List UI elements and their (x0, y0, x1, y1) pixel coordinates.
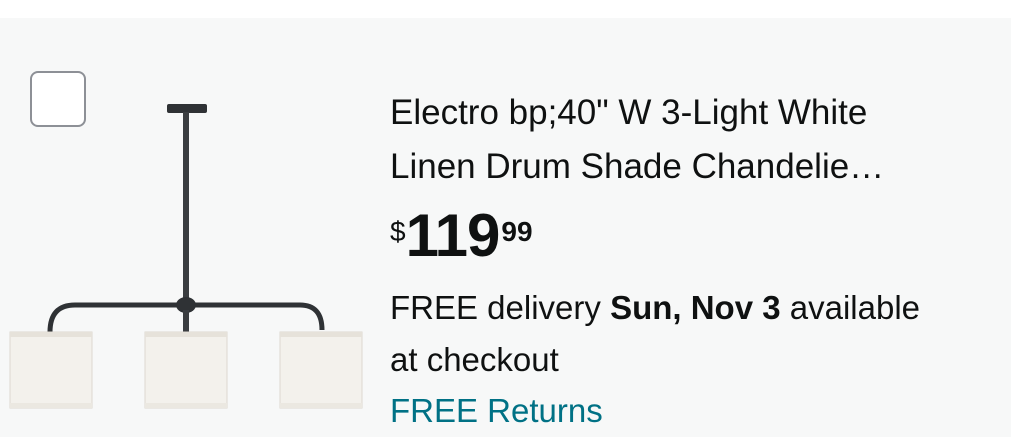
chandelier-image[interactable] (0, 90, 370, 430)
price-fraction: 99 (501, 216, 533, 247)
delivery-prefix: FREE delivery (390, 289, 611, 326)
delivery-suffix: available (780, 289, 921, 326)
shade-center (144, 331, 228, 409)
product-price: $ 119 99 (390, 206, 533, 266)
canopy-shape (167, 104, 207, 113)
shade-right (279, 331, 363, 409)
delivery-suffix-line2: at checkout (390, 341, 559, 378)
shade-left (9, 331, 93, 409)
free-returns-link[interactable]: FREE Returns (390, 385, 603, 437)
product-title-line1[interactable]: Electro bp;40" W 3-Light White (390, 86, 1005, 140)
delivery-date: Sun, Nov 3 (610, 289, 781, 326)
price-whole: 119 (405, 202, 501, 269)
product-title[interactable]: Electro bp;40" W 3-Light White Linen Dru… (390, 86, 1005, 194)
price-currency-symbol: $ (390, 216, 406, 247)
product-title-line2[interactable]: Linen Drum Shade Chandelie… (390, 140, 1005, 194)
delivery-info: FREE delivery Sun, Nov 3 available at ch… (390, 282, 1000, 386)
rod-shape (183, 112, 189, 305)
